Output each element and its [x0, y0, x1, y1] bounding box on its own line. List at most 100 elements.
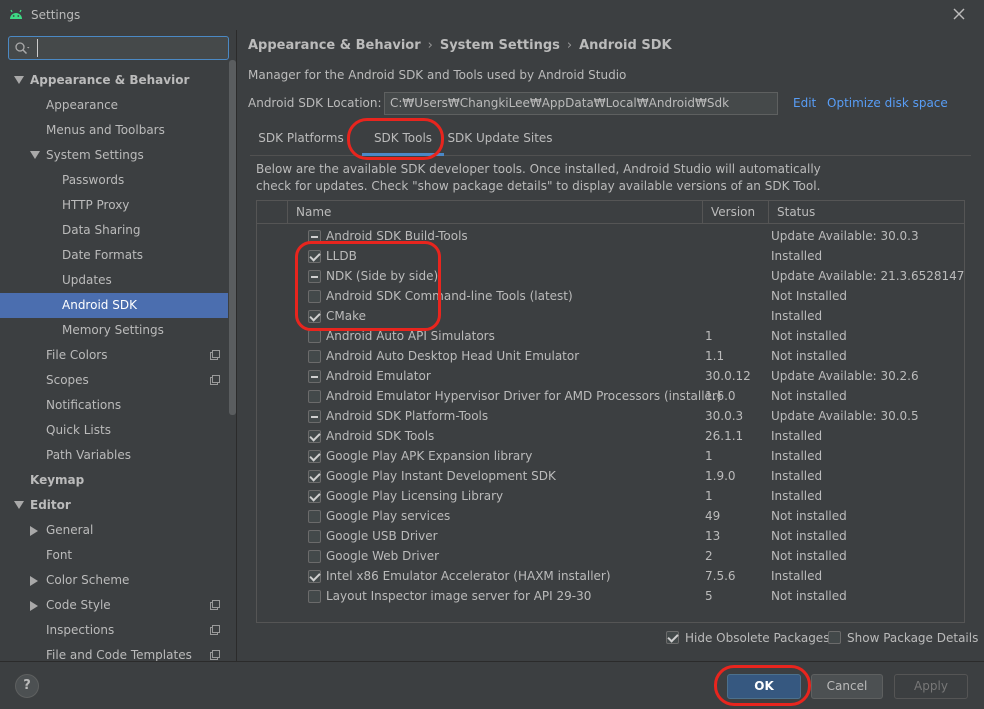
- sidebar-item-appearance-behavior[interactable]: Appearance & Behavior: [0, 68, 228, 93]
- row-checkbox[interactable]: [308, 510, 321, 523]
- row-version: 7.5.6: [705, 569, 736, 583]
- sidebar-item-updates[interactable]: Updates: [0, 268, 228, 293]
- row-checkbox[interactable]: [308, 430, 321, 443]
- sidebar-item-android-sdk[interactable]: Android SDK: [0, 293, 228, 318]
- row-checkbox[interactable]: [308, 250, 321, 263]
- sidebar-item-file-colors[interactable]: File Colors: [0, 343, 228, 368]
- table-row[interactable]: Google Play Licensing Library 1 Installed: [257, 487, 964, 507]
- sidebar-item-quick-lists[interactable]: Quick Lists: [0, 418, 228, 443]
- row-checkbox[interactable]: [308, 390, 321, 403]
- search-input[interactable]: [37, 39, 225, 57]
- row-checkbox[interactable]: [308, 410, 321, 423]
- breadcrumb-item-system-settings[interactable]: System Settings: [440, 38, 560, 53]
- row-checkbox[interactable]: [308, 590, 321, 603]
- sidebar-item-menus-and-toolbars[interactable]: Menus and Toolbars: [0, 118, 228, 143]
- expand-arrow-right-icon[interactable]: [30, 576, 38, 586]
- sidebar-item-file-and-code-templates[interactable]: File and Code Templates: [0, 643, 228, 661]
- sidebar-item-date-formats[interactable]: Date Formats: [0, 243, 228, 268]
- sidebar-item-path-variables[interactable]: Path Variables: [0, 443, 228, 468]
- sidebar-item-data-sharing[interactable]: Data Sharing: [0, 218, 228, 243]
- table-row[interactable]: Google Play APK Expansion library 1 Instal…: [257, 447, 964, 467]
- hide-obsolete-packages-option[interactable]: Hide Obsolete Packages: [666, 631, 829, 645]
- table-row[interactable]: CMake Installed: [257, 307, 964, 327]
- tab-sdk-platforms[interactable]: SDK Platforms: [250, 126, 352, 156]
- help-button[interactable]: ?: [15, 674, 39, 698]
- row-checkbox[interactable]: [308, 290, 321, 303]
- row-version: 5: [705, 589, 713, 603]
- show-package-details-checkbox[interactable]: [828, 631, 841, 644]
- sidebar-item-font[interactable]: Font: [0, 543, 228, 568]
- table-row[interactable]: Layout Inspector image server for API 29…: [257, 587, 964, 607]
- hide-obsolete-label: Hide Obsolete Packages: [685, 631, 830, 645]
- sidebar-item-code-style[interactable]: Code Style: [0, 593, 228, 618]
- row-checkbox[interactable]: [308, 450, 321, 463]
- table-row[interactable]: Android SDK Tools 26.1.1 Installed: [257, 427, 964, 447]
- expand-arrow-down-icon[interactable]: [30, 151, 40, 159]
- sidebar-item-system-settings[interactable]: System Settings: [0, 143, 228, 168]
- sdk-location-field[interactable]: C:₩Users₩ChangkiLee₩AppData₩Local₩Androi…: [384, 92, 778, 115]
- hide-obsolete-checkbox[interactable]: [666, 631, 679, 644]
- row-version: 2: [705, 549, 713, 563]
- row-checkbox[interactable]: [308, 350, 321, 363]
- table-row[interactable]: Android Emulator 30.0.12 Update Available:…: [257, 367, 964, 387]
- table-row[interactable]: Google Web Driver 2 Not installed: [257, 547, 964, 567]
- expand-arrow-right-icon[interactable]: [30, 601, 38, 611]
- table-row[interactable]: Android Auto Desktop Head Unit Emulator 1…: [257, 347, 964, 367]
- row-name: Google USB Driver: [326, 529, 438, 543]
- show-package-details-option[interactable]: Show Package Details: [828, 631, 978, 645]
- sidebar-item-editor[interactable]: Editor: [0, 493, 228, 518]
- optimize-disk-space-link[interactable]: Optimize disk space: [827, 96, 948, 110]
- tab-sdk-update-sites[interactable]: SDK Update Sites: [445, 126, 555, 156]
- row-checkbox[interactable]: [308, 530, 321, 543]
- sidebar-item-memory-settings[interactable]: Memory Settings: [0, 318, 228, 343]
- table-row[interactable]: Android SDK Command-line Tools (latest) N…: [257, 287, 964, 307]
- table-row[interactable]: Google Play services 49 Not installed: [257, 507, 964, 527]
- sidebar-item-http-proxy[interactable]: HTTP Proxy: [0, 193, 228, 218]
- sidebar-item-appearance[interactable]: Appearance: [0, 93, 228, 118]
- row-checkbox[interactable]: [308, 490, 321, 503]
- sidebar-item-label: Font: [46, 548, 73, 562]
- sidebar-item-inspections[interactable]: Inspections: [0, 618, 228, 643]
- apply-button[interactable]: Apply: [894, 674, 968, 699]
- sidebar-item-passwords[interactable]: Passwords: [0, 168, 228, 193]
- close-icon[interactable]: [950, 5, 968, 23]
- sidebar-item-scopes[interactable]: Scopes: [0, 368, 228, 393]
- row-version: 1: [705, 449, 713, 463]
- sidebar-scrollbar[interactable]: [229, 60, 236, 415]
- row-checkbox[interactable]: [308, 230, 321, 243]
- row-checkbox[interactable]: [308, 570, 321, 583]
- column-status[interactable]: Status: [768, 201, 964, 224]
- table-row[interactable]: Android Emulator Hypervisor Driver for A…: [257, 387, 964, 407]
- expand-arrow-down-icon[interactable]: [14, 501, 24, 509]
- tab-sdk-tools[interactable]: SDK Tools: [362, 126, 444, 156]
- sidebar-item-notifications[interactable]: Notifications: [0, 393, 228, 418]
- table-row[interactable]: Android SDK Build-Tools Update Available:…: [257, 227, 964, 247]
- table-row[interactable]: Android SDK Platform-Tools 30.0.3 Update A…: [257, 407, 964, 427]
- row-checkbox[interactable]: [308, 550, 321, 563]
- table-row[interactable]: Android Auto API Simulators 1 Not installe…: [257, 327, 964, 347]
- table-row[interactable]: Intel x86 Emulator Accelerator (HAXM ins…: [257, 567, 964, 587]
- table-row[interactable]: Google USB Driver 13 Not installed: [257, 527, 964, 547]
- row-checkbox[interactable]: [308, 370, 321, 383]
- cancel-button[interactable]: Cancel: [811, 674, 883, 699]
- edit-link[interactable]: Edit: [793, 96, 816, 110]
- expand-arrow-right-icon[interactable]: [30, 526, 38, 536]
- breadcrumb-item-appearance-behavior[interactable]: Appearance & Behavior: [248, 38, 421, 53]
- search-box[interactable]: [8, 36, 229, 60]
- row-name: Android SDK Tools: [326, 429, 435, 443]
- column-version[interactable]: Version: [702, 201, 770, 224]
- ok-button[interactable]: OK: [727, 674, 801, 699]
- column-name[interactable]: Name: [287, 201, 705, 224]
- table-row[interactable]: Google Play Instant Development SDK 1.9.0…: [257, 467, 964, 487]
- row-checkbox[interactable]: [308, 270, 321, 283]
- table-row[interactable]: LLDB Installed: [257, 247, 964, 267]
- sidebar-item-color-scheme[interactable]: Color Scheme: [0, 568, 228, 593]
- row-checkbox[interactable]: [308, 470, 321, 483]
- table-row[interactable]: NDK (Side by side) Update Available: 21.3…: [257, 267, 964, 287]
- expand-arrow-down-icon[interactable]: [14, 76, 24, 84]
- sidebar-item-general[interactable]: General: [0, 518, 228, 543]
- row-checkbox[interactable]: [308, 310, 321, 323]
- row-checkbox[interactable]: [308, 330, 321, 343]
- sidebar-item-keymap[interactable]: Keymap: [0, 468, 228, 493]
- sidebar-item-label: Updates: [62, 273, 112, 287]
